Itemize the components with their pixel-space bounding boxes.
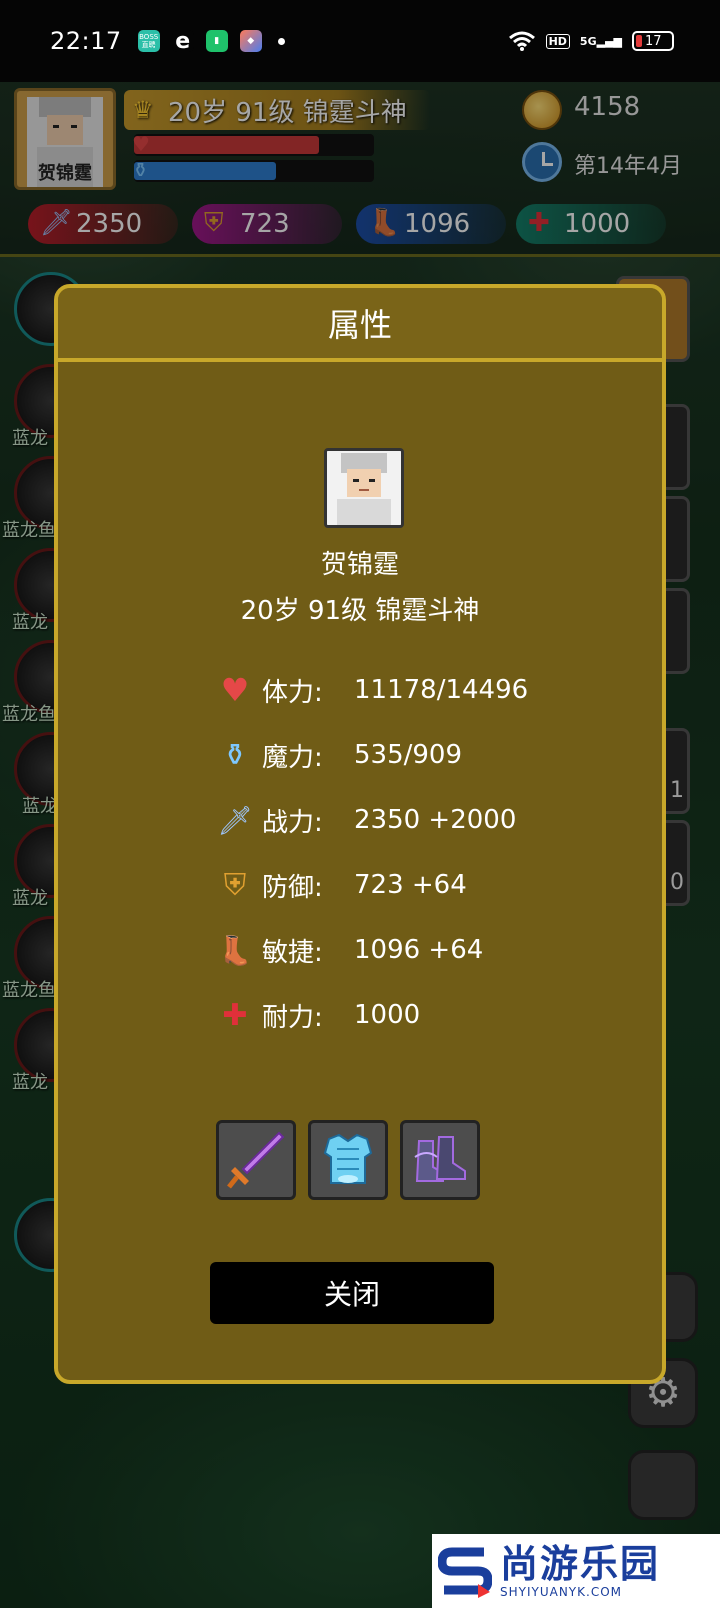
watermark-title: 尚游乐园 [500,1542,661,1586]
attr-label: 防御: [262,872,323,903]
shield-icon: ⛨ [223,867,247,903]
attr-value: 1000 [354,1000,421,1030]
boot-icon: 👢 [217,933,253,967]
equip-armor[interactable] [308,1120,388,1200]
character-title: 20岁 91级 锦霆斗神 [240,596,480,626]
equip-boots[interactable] [400,1120,480,1200]
attr-value: 723 +64 [354,870,467,900]
site-watermark: 尚游乐园 SHYIYUANYK.COM [432,1534,720,1608]
attr-value: 2350 +2000 [354,805,517,835]
sword-icon: 🗡 [217,803,253,837]
site-logo-icon [438,1547,492,1598]
attr-row-hp: ♥ 体力: 11178/14496 [218,670,529,710]
shadow-boots-icon [414,1136,466,1182]
equip-sword[interactable] [216,1120,296,1200]
character-name: 贺锦霆 [320,550,399,580]
more-dot-icon [277,37,285,45]
modal-title: 属性 [58,288,662,362]
gallery-app-icon: ◆ [239,30,262,52]
character-portrait-icon [327,451,401,525]
purple-sword-icon [227,1131,285,1189]
battery-app-icon: ▮ [205,30,228,52]
attributes-modal: 属性 贺锦霆 20岁 91级 锦霆斗神 ♥ 体力: 11178/14496 ⚱ … [54,284,666,1384]
boss-app-icon: BOSS 直聘 [137,30,160,52]
modal-portrait [324,448,404,528]
e-app-icon: e [171,29,194,54]
mana-potion-icon: ⚱ [222,737,248,773]
attr-label: 体力: [262,677,323,708]
status-bar: 22:17 BOSS 直聘 e ▮ ◆ HD 5G▂▄▆ 17 [0,0,720,82]
health-heart-icon: ✚ [222,997,248,1033]
battery-icon: 17 [632,31,674,51]
attr-row-mp: ⚱ 魔力: 535/909 [218,735,462,775]
attr-label: 耐力: [262,1002,323,1033]
wifi-icon [508,31,535,51]
attr-row-stamina: ✚ 耐力: 1000 [218,995,420,1035]
attr-label: 魔力: [262,742,323,773]
attr-row-agility: 👢 敏捷: 1096 +64 [217,930,484,970]
battery-level: 17 [645,33,662,49]
attr-label: 战力: [262,807,323,838]
signal-icon: 5G▂▄▆ [579,34,622,48]
attr-value: 535/909 [354,740,463,770]
network-type: 5G [579,34,597,48]
heart-icon: ♥ [220,671,250,709]
attr-row-defense: ⛨ 防御: 723 +64 [218,865,467,905]
attr-row-attack: 🗡 战力: 2350 +2000 [217,800,517,840]
attr-value: 1096 +64 [354,935,484,965]
watermark-url: SHYIYUANYK.COM [500,1585,622,1599]
clock-time: 22:17 [50,27,122,55]
notification-icons: BOSS 直聘 e ▮ ◆ [137,29,285,54]
close-button[interactable]: 关闭 [210,1262,494,1324]
attr-value: 11178/14496 [354,675,529,705]
hd-badge: HD [545,33,570,49]
ice-armor-icon [323,1133,373,1184]
attr-label: 敏捷: [262,937,323,968]
